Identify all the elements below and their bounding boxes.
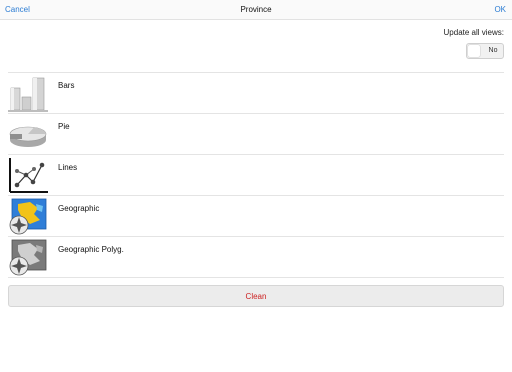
list-item-lines[interactable]: Lines <box>8 155 504 196</box>
list-item-label: Bars <box>58 81 75 90</box>
page-title: Province <box>240 5 272 14</box>
list-item-label: Pie <box>58 122 70 131</box>
bars-chart-icon <box>8 77 48 112</box>
list-item-geographic[interactable]: Geographic <box>8 196 504 237</box>
clean-button-label: Clean <box>245 292 267 301</box>
chart-type-list: Bars Pie Lines Geographic Geographic Pol… <box>8 72 504 278</box>
list-item-label: Lines <box>58 163 78 172</box>
geographic-polygon-icon <box>9 239 47 276</box>
update-all-views-toggle[interactable]: No <box>466 43 504 59</box>
clean-button[interactable]: Clean <box>8 285 504 307</box>
list-item-pie[interactable]: Pie <box>8 114 504 155</box>
toggle-state-label: No <box>488 47 498 54</box>
list-item-label: Geographic Polyg. <box>58 245 124 254</box>
navigation-bar: Cancel Province OK <box>0 0 512 20</box>
list-item-label: Geographic <box>58 204 100 213</box>
toggle-knob <box>468 45 480 57</box>
list-item-bars[interactable]: Bars <box>8 73 504 114</box>
line-chart-icon <box>9 158 48 193</box>
pie-chart-icon <box>9 126 47 147</box>
geographic-map-icon <box>9 198 47 235</box>
update-all-views-label: Update all views: <box>443 28 504 37</box>
list-item-geographic-polygon[interactable]: Geographic Polyg. <box>8 237 504 278</box>
ok-button[interactable]: OK <box>494 5 506 14</box>
